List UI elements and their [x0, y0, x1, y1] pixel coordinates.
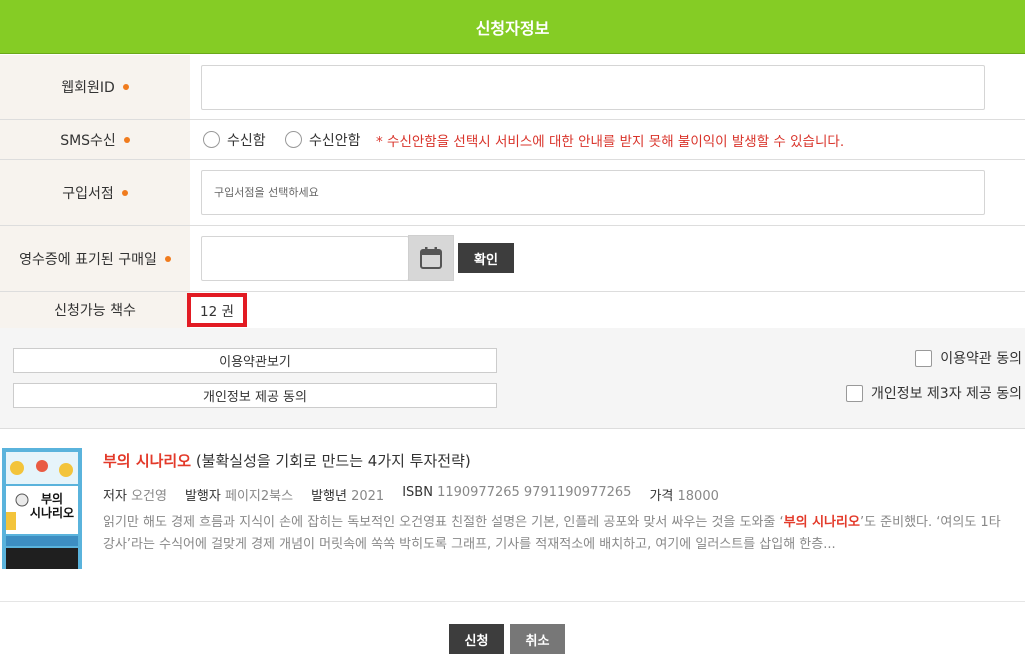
- book-title-line: 부의 시나리오 (불확실성을 기회로 만드는 4가지 투자전략): [103, 450, 471, 471]
- privacy-consent-button[interactable]: 개인정보 제공 동의: [13, 383, 497, 408]
- meta-author: 저자 오건영: [103, 489, 167, 504]
- radio-label: 수신안함: [309, 132, 361, 149]
- required-dot: [164, 255, 171, 262]
- checkbox-square[interactable]: [845, 384, 863, 402]
- sms-warning-note: * 수신안함을 선택시 서비스에 대한 안내를 받지 못해 불이익이 발생할 수…: [376, 133, 845, 150]
- agree-third-party-checkbox[interactable]: 개인정보 제3자 제공 동의: [845, 383, 1022, 403]
- calendar-icon: [420, 247, 442, 269]
- sms-label-cell: SMS수신: [0, 120, 190, 159]
- cancel-button[interactable]: 취소: [510, 624, 565, 654]
- radio-circle[interactable]: [285, 131, 302, 148]
- available-books-count: 12 권: [187, 293, 247, 327]
- view-terms-button[interactable]: 이용약관보기: [13, 348, 497, 373]
- page-title: 신청자정보: [475, 18, 550, 38]
- book-cover-title: 부의 시나리오: [29, 492, 75, 520]
- meta-publisher: 발행자 페이지2북스: [184, 489, 294, 504]
- sms-decline-radio[interactable]: 수신안함: [285, 120, 361, 159]
- sms-row: SMS수신 수신함 수신안함 * 수신안함을 선택시 서비스에 대한 안내를 받…: [0, 120, 1025, 160]
- checkbox-square[interactable]: [915, 349, 933, 367]
- purchase-date-row: 영수증에 표기된 구매일 확인: [0, 226, 1025, 292]
- purchase-date-label: 영수증에 표기된 구매일: [19, 251, 157, 268]
- member-id-row: 웹회원ID: [0, 55, 1025, 120]
- radio-circle[interactable]: [203, 131, 220, 148]
- book-info-section: 부의 시나리오 부의 시나리오 (불확실성을 기회로 만드는 4가지 투자전략)…: [0, 430, 1025, 602]
- member-id-input[interactable]: [201, 65, 985, 110]
- sms-label: SMS수신: [60, 132, 116, 149]
- available-books-row: 신청가능 책수: [0, 292, 1025, 328]
- book-title[interactable]: 부의 시나리오: [103, 452, 191, 470]
- available-books-count-text: 12 권: [200, 304, 234, 320]
- required-dot: [122, 84, 129, 90]
- meta-isbn: ISBN 1190977265 9791190977265: [402, 485, 632, 500]
- member-id-label: 웹회원ID: [61, 80, 115, 96]
- agree-third-party-label: 개인정보 제3자 제공 동의: [870, 386, 1022, 402]
- required-dot: [123, 136, 130, 143]
- available-books-label: 신청가능 책수: [54, 303, 136, 319]
- meta-price: 가격 18000: [649, 489, 719, 504]
- submit-button[interactable]: 신청: [449, 624, 504, 654]
- store-row: 구입서점: [0, 160, 1025, 226]
- required-dot: [121, 189, 128, 196]
- radio-label: 수신함: [227, 132, 266, 149]
- page-header: 신청자정보: [0, 0, 1025, 54]
- book-cover-image: 부의 시나리오: [2, 448, 82, 569]
- store-label-cell: 구입서점: [0, 160, 190, 225]
- sms-receive-radio[interactable]: 수신함: [203, 120, 266, 159]
- book-subtitle: (불확실성을 기회로 만드는 4가지 투자전략): [195, 452, 471, 470]
- calendar-button[interactable]: [408, 235, 454, 281]
- member-id-label-cell: 웹회원ID: [0, 55, 190, 119]
- purchase-date-input[interactable]: [201, 236, 409, 281]
- store-label: 구입서점: [62, 185, 114, 202]
- store-input[interactable]: [201, 170, 985, 215]
- available-books-label-cell: 신청가능 책수: [0, 292, 190, 328]
- book-meta: 저자 오건영 발행자 페이지2북스 발행년 2021 ISBN 11909772…: [103, 485, 737, 504]
- agree-terms-label: 이용약관 동의: [940, 351, 1022, 367]
- meta-year: 발행년 2021: [311, 489, 385, 504]
- purchase-date-label-cell: 영수증에 표기된 구매일: [0, 226, 190, 291]
- terms-section: 이용약관보기 개인정보 제공 동의 이용약관 동의 개인정보 제3자 제공 동의: [0, 328, 1025, 429]
- book-description: 읽기만 해도 경제 흐름과 지식이 손에 잡히는 독보적인 오건영표 친절한 설…: [103, 515, 1001, 552]
- agree-terms-checkbox[interactable]: 이용약관 동의: [915, 348, 1022, 368]
- date-confirm-button[interactable]: 확인: [458, 243, 514, 273]
